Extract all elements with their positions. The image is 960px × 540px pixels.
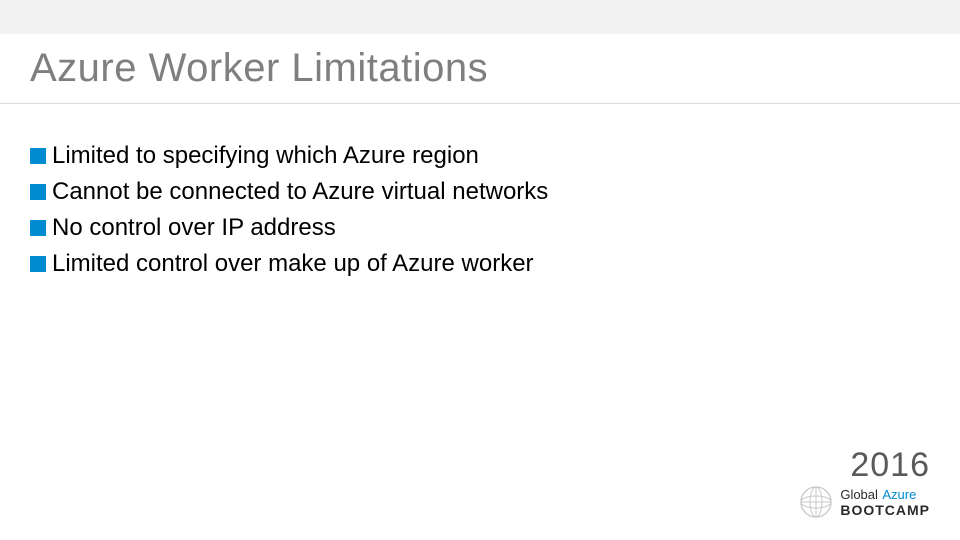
logo-year-text: 2016 <box>798 448 930 482</box>
slide-container: Azure Worker Limitations Limited to spec… <box>0 0 960 540</box>
bullet-text: Limited control over make up of Azure wo… <box>52 248 534 280</box>
list-item: Cannot be connected to Azure virtual net… <box>30 176 548 208</box>
logo-azure-text: Azure <box>882 487 916 502</box>
logo-row: Global Azure BOOTCAMP <box>798 484 930 520</box>
list-item: Limited to specifying which Azure region <box>30 140 548 172</box>
top-bar <box>0 0 960 34</box>
logo-line-1: Global Azure <box>840 487 930 503</box>
square-bullet-icon <box>30 184 46 200</box>
bullet-text: Cannot be connected to Azure virtual net… <box>52 176 548 208</box>
square-bullet-icon <box>30 220 46 236</box>
bullet-text: Limited to specifying which Azure region <box>52 140 479 172</box>
title-band: Azure Worker Limitations <box>0 34 960 104</box>
logo-bootcamp-text: BOOTCAMP <box>840 503 930 517</box>
footer-logo: 2016 Global Azure BOOTCAMP <box>798 448 930 520</box>
list-item: Limited control over make up of Azure wo… <box>30 248 548 280</box>
slide-title: Azure Worker Limitations <box>30 46 488 91</box>
list-item: No control over IP address <box>30 212 548 244</box>
bullet-text: No control over IP address <box>52 212 336 244</box>
bullet-list: Limited to specifying which Azure region… <box>30 140 548 284</box>
globe-icon <box>798 484 834 520</box>
square-bullet-icon <box>30 148 46 164</box>
square-bullet-icon <box>30 256 46 272</box>
logo-global-text: Global <box>840 487 878 502</box>
logo-text-stack: Global Azure BOOTCAMP <box>840 487 930 517</box>
